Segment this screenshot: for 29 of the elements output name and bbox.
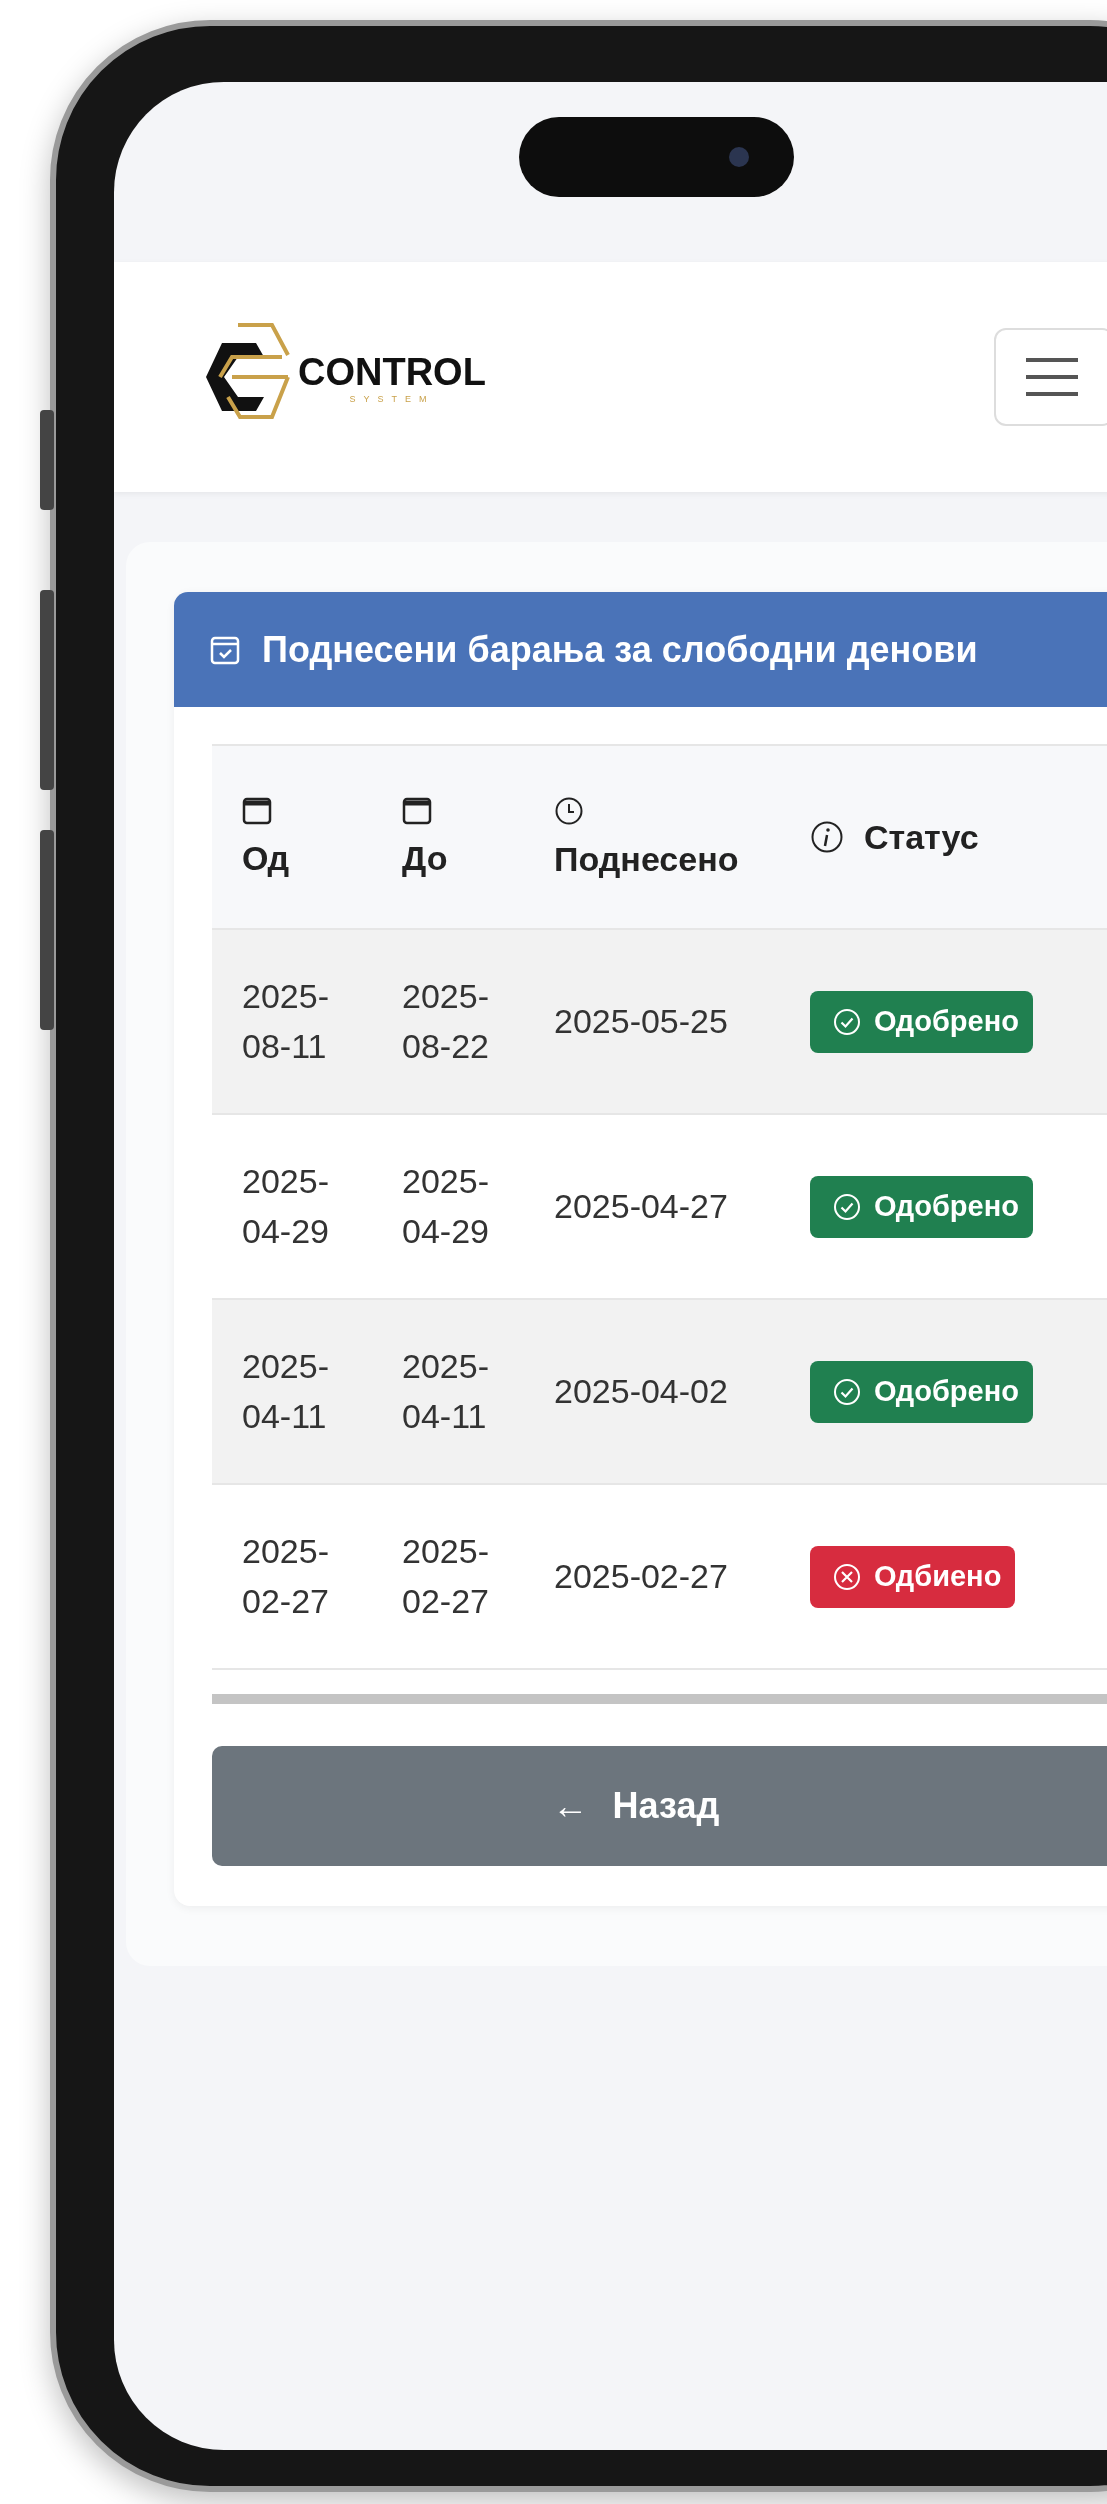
calendar-icon (242, 796, 272, 825)
status-badge: Одобрено (810, 1175, 1033, 1238)
card-title: Поднесени барања за слободни денови (262, 628, 978, 671)
table-cell: 2025- 02-27 (212, 1484, 378, 1669)
logo-tagline: SYSTEM (349, 393, 435, 404)
logo-name: CONTROL (298, 350, 486, 394)
table-cell: 2025-04-02 (532, 1299, 780, 1484)
table-cell: 2025- 08-11 (212, 929, 378, 1114)
table-cell: 2025- 02-27 (378, 1484, 532, 1669)
info-icon (810, 820, 844, 854)
menu-button[interactable] (994, 328, 1107, 426)
clock-icon (554, 795, 584, 826)
status-badge: Одобрено (810, 1360, 1033, 1423)
calendar-icon (402, 796, 432, 825)
calendar-check-icon (210, 634, 240, 665)
column-header: Од (212, 745, 378, 929)
status-badge: Одобрено (810, 990, 1033, 1053)
column-header: До (378, 745, 532, 929)
status-badge: Одбиено (810, 1545, 1016, 1608)
column-header: Статус (780, 745, 1107, 929)
table-cell: 2025- 04-11 (378, 1299, 532, 1484)
back-button[interactable]: ← Назад (212, 1746, 1107, 1866)
table-cell: 2025-05-25 (532, 929, 780, 1114)
table-cell: 2025-02-27 (532, 1484, 780, 1669)
horizontal-scrollbar[interactable] (212, 1694, 1107, 1704)
menu-icon (1024, 357, 1080, 397)
column-header: Поднесено (532, 745, 780, 929)
table-cell: 2025- 04-11 (212, 1299, 378, 1484)
table-cell: 2025- 08-22 (378, 929, 532, 1114)
